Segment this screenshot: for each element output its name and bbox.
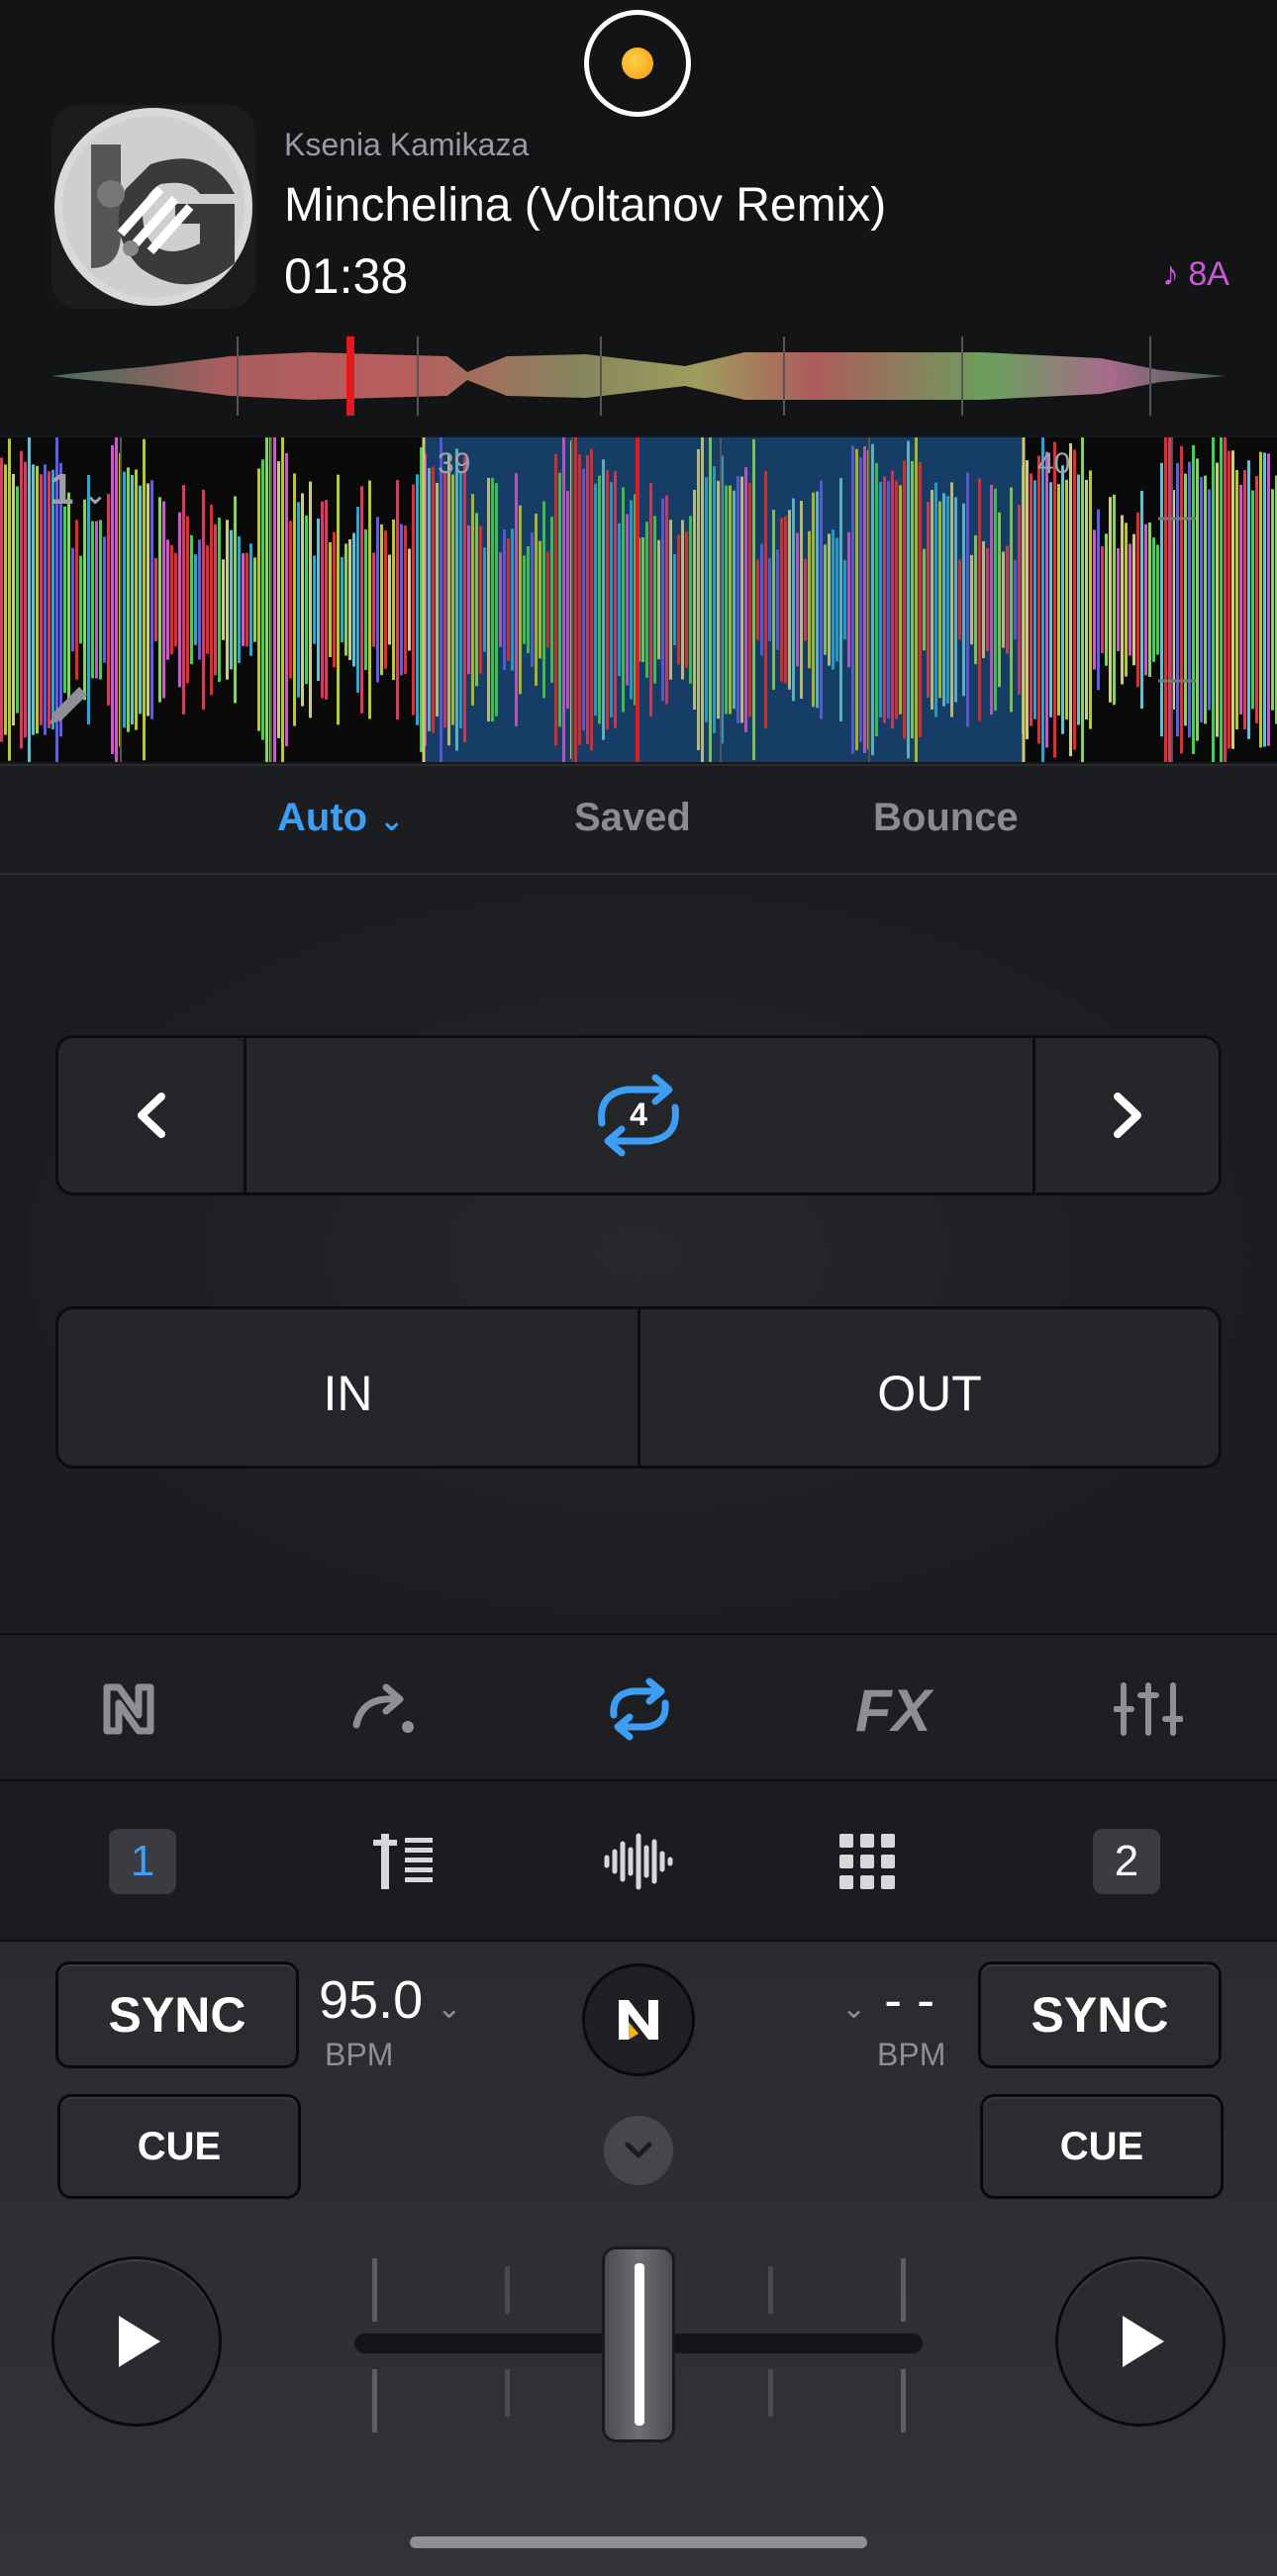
loop-in-button[interactable]: IN [58,1365,638,1422]
sync-left-button[interactable]: SYNC [55,1961,299,2068]
elapsed-time: 01:38 [284,248,409,304]
loop-mode-icon [610,1677,669,1741]
waveform-view-button[interactable] [589,1827,688,1896]
loop-out-button[interactable]: OUT [640,1365,1219,1422]
play-left-button[interactable] [51,2256,222,2427]
deck-number[interactable]: 1 ⌄ [49,465,107,515]
track-title: Minchelina (Voltanov Remix) [284,179,887,232]
redo-mode-button[interactable] [325,1665,443,1754]
beat-marker-39: 39 [438,447,470,480]
sync-right-button[interactable]: SYNC [978,1961,1222,2068]
loop-panel [0,875,1277,1633]
fx-icon: FX [855,1679,934,1739]
pads-view-button[interactable] [818,1827,917,1896]
bpm-left-label: BPM [325,2037,394,2072]
tab-auto[interactable]: Auto ⌄ [277,796,404,840]
home-indicator[interactable] [410,2536,867,2548]
loop-icon: 4 [597,1074,679,1157]
tab-bounce[interactable]: Bounce [873,796,1019,840]
overview-waveform[interactable] [51,327,1226,426]
djay-mode-button[interactable] [69,1665,188,1754]
mixer-sliders-icon [1114,1682,1183,1736]
cue-right-button[interactable]: CUE [980,2094,1224,2199]
zoomed-waveform[interactable]: 39 40 [0,437,1277,762]
collapse-mixer-button[interactable] [604,2116,673,2185]
track-header: Ksenia Kamikaza Minchelina (Voltanov Rem… [0,0,1277,435]
artist-name: Ksenia Kamikaza [284,127,530,162]
djay-screen: Ksenia Kamikaza Minchelina (Voltanov Rem… [0,0,1277,2576]
redo-arrow-icon [352,1683,414,1733]
loop-tabs: Auto ⌄ Saved Bounce [0,764,1277,875]
djay-logo-icon [103,1683,154,1735]
overview-playhead [346,336,354,416]
loop-toggle-button[interactable]: 4 [244,1038,1032,1193]
play-right-button[interactable] [1055,2256,1226,2427]
loop-halve-button[interactable] [58,1038,244,1193]
grid-icon [839,1834,895,1889]
bpm-right-value[interactable]: ⌄ - - [841,1969,934,2031]
svg-text:FX: FX [855,1679,934,1739]
deck-2-button[interactable]: 2 [1093,1829,1160,1894]
mixer-mode-button[interactable] [1089,1665,1208,1754]
fx-mode-button[interactable]: FX [834,1665,952,1754]
split-waveform-button[interactable] [356,1827,455,1896]
loop-in-out-control: IN OUT [55,1306,1222,1469]
chevron-down-icon [625,2142,652,2158]
album-art[interactable] [51,105,255,309]
crossfader-handle[interactable] [602,2246,675,2442]
deck-indicator-icon[interactable] [584,10,691,117]
bpm-left-value[interactable]: 95.0 ⌄ [319,1969,461,2031]
beat-marker-40: 40 [1037,447,1070,480]
cue-left-button[interactable]: CUE [57,2094,301,2199]
loop-mode-button[interactable] [580,1665,699,1754]
mode-bar: FX [0,1633,1277,1781]
loop-double-button[interactable] [1035,1038,1219,1193]
play-icon [1123,2316,1164,2367]
tab-saved[interactable]: Saved [574,796,691,840]
track-key: ♪ 8A [1161,255,1229,293]
split-waveform-icon [373,1834,433,1889]
loop-size-control: 4 [55,1035,1222,1195]
pencil-icon[interactable] [44,679,95,730]
djay-logo-icon [619,2000,658,2040]
djay-center-button[interactable] [582,1963,695,2076]
play-icon [119,2316,160,2367]
chevron-right-icon [1113,1093,1141,1138]
loop-size-value: 4 [630,1097,647,1132]
bpm-right-label: BPM [877,2037,946,2072]
deck-1-button[interactable]: 1 [109,1829,176,1894]
waveform-icon [604,1833,673,1890]
chevron-left-icon [137,1093,165,1138]
